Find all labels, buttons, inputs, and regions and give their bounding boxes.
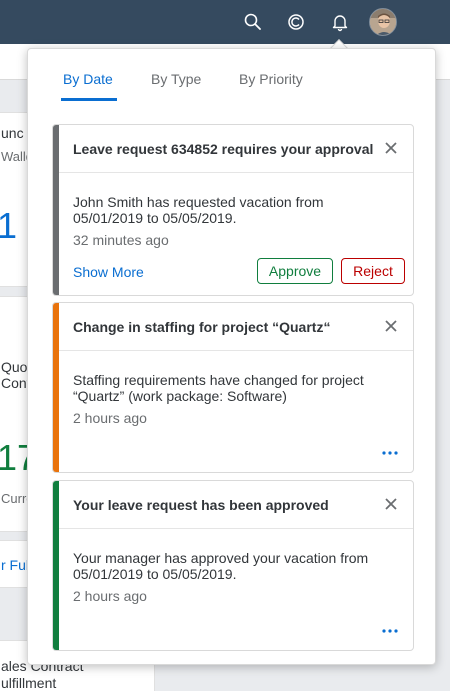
notification-header: Change in staffing for project “Quartz“: [59, 303, 413, 351]
notification-description: John Smith has requested vacation from 0…: [73, 194, 324, 226]
search-icon[interactable]: [243, 12, 263, 32]
tab-by-priority[interactable]: By Priority: [239, 71, 303, 87]
tab-by-type[interactable]: By Type: [151, 71, 201, 87]
close-icon[interactable]: [383, 318, 399, 334]
notification-title: Change in staffing for project “Quartz“: [73, 319, 331, 335]
tile-link[interactable]: r Ful: [1, 557, 29, 573]
tile-kpi: 1: [0, 205, 17, 247]
close-icon[interactable]: [383, 140, 399, 156]
notification-description: Staffing requirements have changed for p…: [73, 372, 364, 404]
notification-title: Leave request 634852 requires your appro…: [73, 141, 374, 157]
notification-card[interactable]: Leave request 634852 requires your appro…: [52, 124, 414, 296]
notification-time: 32 minutes ago: [73, 232, 169, 248]
notification-time: 2 hours ago: [73, 588, 147, 604]
notification-header: Leave request 634852 requires your appro…: [59, 125, 413, 173]
copilot-icon[interactable]: [286, 12, 306, 32]
notification-header: Your leave request has been approved: [59, 481, 413, 529]
show-more-link[interactable]: Show More: [73, 264, 144, 280]
approve-button[interactable]: Approve: [257, 258, 333, 284]
tab-by-date[interactable]: By Date: [63, 71, 113, 87]
tile-title: unc: [1, 125, 24, 141]
notification-description: Your manager has approved your vacation …: [73, 550, 369, 582]
bell-icon[interactable]: [330, 12, 350, 32]
notification-title: Your leave request has been approved: [73, 497, 329, 513]
shell-bar: [0, 0, 450, 44]
close-icon[interactable]: [383, 496, 399, 512]
active-tab-indicator: [61, 98, 117, 101]
notification-card[interactable]: Your leave request has been approved You…: [52, 480, 414, 651]
tab-bar: By Date By Type By Priority: [28, 49, 435, 101]
tile-title-line2: ulfillment: [1, 675, 57, 691]
notification-time: 2 hours ago: [73, 410, 147, 426]
notification-card[interactable]: Change in staffing for project “Quartz“ …: [52, 302, 414, 473]
more-actions-icon[interactable]: [381, 628, 399, 634]
more-actions-icon[interactable]: [381, 450, 399, 456]
notifications-popover: By Date By Type By Priority Leave reques…: [27, 48, 436, 665]
avatar[interactable]: [369, 8, 397, 36]
reject-button[interactable]: Reject: [341, 258, 405, 284]
